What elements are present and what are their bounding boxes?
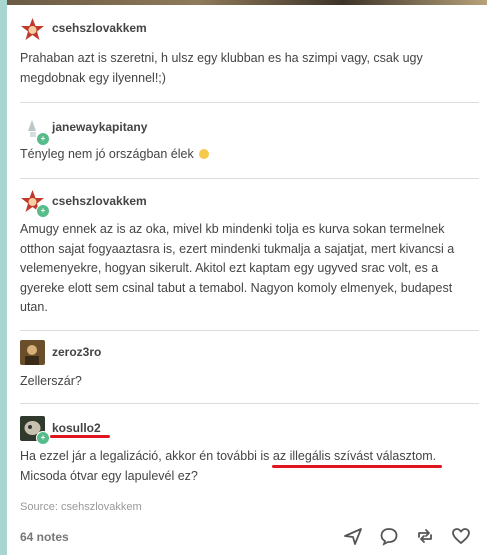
emoji-icon xyxy=(199,149,210,159)
post-text: Amugy ennek az is az oka, mivel kb minde… xyxy=(20,222,455,314)
reblog-icon[interactable] xyxy=(415,526,435,546)
post-actions xyxy=(343,526,471,548)
post-text-content: Tényleg nem jó országban élek xyxy=(20,147,194,161)
source-link[interactable]: csehszlovakkem xyxy=(61,501,142,513)
notes-count[interactable]: 64 notes xyxy=(20,530,69,544)
follow-badge-icon: + xyxy=(36,431,50,445)
avatar[interactable]: + xyxy=(20,117,50,146)
divider xyxy=(20,102,479,103)
divider xyxy=(20,178,479,179)
username[interactable]: zeroz3ro xyxy=(52,345,101,359)
highlight-underline xyxy=(50,435,110,438)
divider xyxy=(20,330,479,331)
username[interactable]: csehszlovakkem xyxy=(52,21,147,35)
post-text: Prahaban azt is szeretni, h ulsz egy klu… xyxy=(20,51,423,85)
highlight-underline xyxy=(272,465,442,468)
follow-badge-icon: + xyxy=(36,204,50,218)
avatar-photo-icon xyxy=(20,340,45,365)
avatar-star-icon xyxy=(20,17,45,42)
avatar[interactable] xyxy=(20,340,45,365)
follow-badge-icon: + xyxy=(36,132,50,146)
share-icon[interactable] xyxy=(343,526,363,546)
username[interactable]: janewaykapitany xyxy=(52,120,147,134)
avatar[interactable]: + xyxy=(20,189,50,218)
source-line: Source: csehszlovakkem xyxy=(20,501,142,513)
username[interactable]: kosullo2 xyxy=(52,421,101,435)
source-label: Source: xyxy=(20,501,58,513)
avatar[interactable]: + xyxy=(20,416,50,445)
like-icon[interactable] xyxy=(451,526,471,546)
username[interactable]: csehszlovakkem xyxy=(52,194,147,208)
divider xyxy=(20,403,479,404)
post-text: Tényleg nem jó országban élek xyxy=(20,145,471,165)
tumblr-post: csehszlovakkem Prahaban azt is szeretni,… xyxy=(7,0,487,555)
post-text: Zellerszár? xyxy=(20,374,82,388)
avatar[interactable] xyxy=(20,17,45,42)
left-stripe xyxy=(0,0,7,555)
reply-icon[interactable] xyxy=(379,526,399,546)
